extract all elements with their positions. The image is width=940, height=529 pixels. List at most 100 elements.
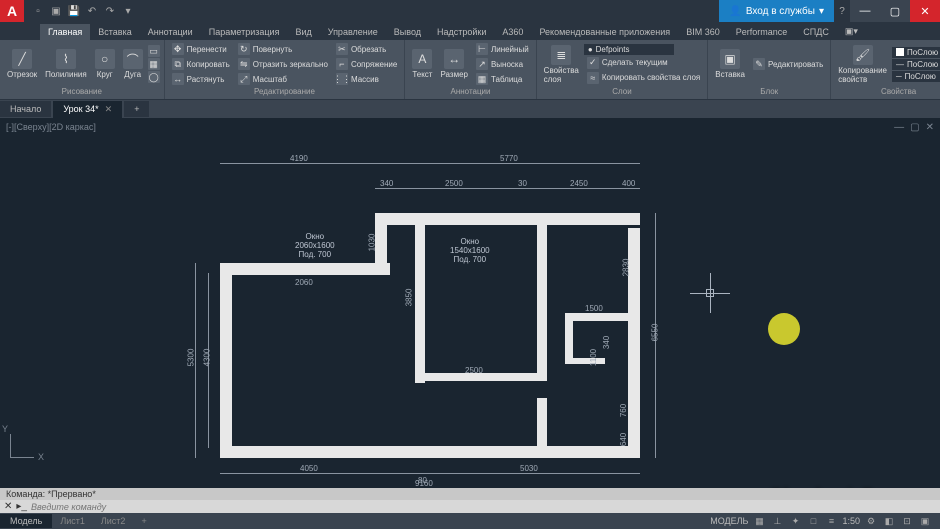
table-icon: ▦ [476, 73, 488, 85]
dim-value: 640 [619, 433, 628, 446]
wall [565, 313, 573, 363]
fillet-button[interactable]: ⌐Сопряжение [333, 57, 400, 71]
move-button[interactable]: ✥Перенести [169, 42, 233, 56]
qat-dropdown-icon[interactable]: ▾ [120, 3, 136, 19]
polar-icon[interactable]: ✦ [788, 514, 802, 528]
viewport-label[interactable]: [-][Сверху][2D каркас] [6, 122, 96, 132]
arc-button[interactable]: ⌒Дуга [120, 47, 146, 81]
linear-button[interactable]: ⊢Линейный [473, 42, 532, 56]
copy-button[interactable]: ⧉Копировать [169, 57, 233, 71]
scale-dropdown[interactable]: 1:50 [842, 516, 860, 526]
linetype-dropdown[interactable]: ─ ПоСлою [892, 71, 940, 82]
tab-output[interactable]: Вывод [386, 24, 429, 40]
minimize-button[interactable]: — [850, 0, 880, 22]
tab-bim360[interactable]: BIM 360 [678, 24, 728, 40]
dim-value: 400 [622, 179, 635, 188]
scale-icon: ⤢ [238, 73, 250, 85]
login-button[interactable]: 👤 Вход в службы ▾ [719, 0, 834, 22]
tab-spds[interactable]: СПДС [795, 24, 837, 40]
qat-open-icon[interactable]: ▣ [48, 3, 64, 19]
close-button[interactable]: ✕ [910, 0, 940, 22]
hardware-icon[interactable]: ⊡ [900, 514, 914, 528]
linear-icon: ⊢ [476, 43, 488, 55]
layout2-tab[interactable]: Лист2 [93, 514, 134, 528]
circle-button[interactable]: ○Круг [92, 47, 118, 81]
drawing-canvas[interactable]: [-][Сверху][2D каркас] — ▢ ✕ 4190 5770 3… [0, 118, 940, 488]
tab-performance[interactable]: Performance [728, 24, 796, 40]
panel-modify: ✥Перенести ⧉Копировать ↔Растянуть ↻Повер… [165, 40, 406, 99]
rect-icon[interactable]: ▭ [148, 45, 160, 57]
command-input[interactable] [31, 502, 936, 512]
grid-snap-icon[interactable]: ▦ [752, 514, 766, 528]
ortho-icon[interactable]: ⊥ [770, 514, 784, 528]
polyline-button[interactable]: ⌇Полилиния [42, 47, 90, 81]
close-tab-icon[interactable]: ✕ [105, 104, 113, 115]
hatch-icon[interactable]: ▦ [148, 58, 160, 70]
command-line[interactable]: ✕ ▸_ [0, 500, 940, 513]
trim-button[interactable]: ✂Обрезать [333, 42, 400, 56]
dimension-icon: ↔ [444, 49, 464, 69]
scale-button[interactable]: ⤢Масштаб [235, 72, 331, 86]
line-button[interactable]: ╱Отрезок [4, 47, 40, 81]
tab-addins[interactable]: Надстройки [429, 24, 494, 40]
tab-view[interactable]: Вид [287, 24, 319, 40]
lineweight-icon[interactable]: ≡ [824, 514, 838, 528]
viewport-min-icon[interactable]: — [894, 122, 904, 133]
maximize-button[interactable]: ▢ [880, 0, 910, 22]
dim-line [390, 163, 640, 164]
ellipse-icon[interactable]: ◯ [148, 71, 160, 83]
add-layout-button[interactable]: + [133, 514, 154, 528]
make-current-button[interactable]: ✓Сделать текущим [584, 56, 703, 70]
stretch-button[interactable]: ↔Растянуть [169, 72, 233, 86]
viewport-max-icon[interactable]: ▢ [910, 122, 919, 133]
viewport-close-icon[interactable]: ✕ [926, 122, 934, 133]
tab-manage[interactable]: Управление [320, 24, 386, 40]
mirror-button[interactable]: ⇋Отразить зеркально [235, 57, 331, 71]
text-button[interactable]: AТекст [409, 47, 435, 81]
tab-a360[interactable]: A360 [494, 24, 531, 40]
help-icon[interactable]: ? [834, 3, 850, 19]
array-button[interactable]: ⋮⋮Массив [333, 72, 400, 86]
tab-expander-icon[interactable]: ▣▾ [837, 23, 866, 40]
color-dropdown[interactable]: ПоСлою [892, 47, 940, 58]
start-tab[interactable]: Начало [0, 101, 51, 117]
app-logo[interactable]: A [0, 0, 24, 22]
tab-featured[interactable]: Рекомендованные приложения [531, 24, 678, 40]
edit-block-button[interactable]: ✎Редактировать [750, 57, 826, 71]
osnap-icon[interactable]: □ [806, 514, 820, 528]
new-tab-button[interactable]: + [124, 101, 149, 117]
layer-dropdown[interactable]: ●Defpoints [584, 44, 674, 55]
qat-undo-icon[interactable]: ↶ [84, 3, 100, 19]
match-props-button[interactable]: 🖌Копирование свойств [835, 43, 890, 86]
dimension-button[interactable]: ↔Размер [437, 47, 471, 81]
clean-screen-icon[interactable]: ▣ [918, 514, 932, 528]
tab-annotate[interactable]: Аннотации [140, 24, 201, 40]
wall [537, 398, 547, 448]
dim-value: 3850 [404, 289, 413, 307]
layout1-tab[interactable]: Лист1 [52, 514, 93, 528]
command-history: Команда: *Прервано* [0, 488, 940, 500]
tab-home[interactable]: Главная [40, 24, 90, 40]
quick-access-toolbar: ▫ ▣ 💾 ↶ ↷ ▾ [24, 3, 142, 19]
dim-value: 2830 [621, 259, 630, 277]
tab-insert[interactable]: Вставка [90, 24, 139, 40]
layer-props-button[interactable]: ≣Свойства слоя [541, 43, 582, 86]
leader-button[interactable]: ↗Выноска [473, 57, 532, 71]
rotate-button[interactable]: ↻Повернуть [235, 42, 331, 56]
command-close-icon[interactable]: ✕ [4, 501, 12, 512]
qat-save-icon[interactable]: 💾 [66, 3, 82, 19]
move-icon: ✥ [172, 43, 184, 55]
gear-icon[interactable]: ⚙ [864, 514, 878, 528]
lineweight-dropdown[interactable]: — ПоСлою [892, 59, 940, 70]
model-tab[interactable]: Модель [0, 514, 52, 528]
insert-button[interactable]: ▣Вставка [712, 47, 748, 81]
qat-redo-icon[interactable]: ↷ [102, 3, 118, 19]
isolate-icon[interactable]: ◧ [882, 514, 896, 528]
match-layer-button[interactable]: ≈Копировать свойства слоя [584, 71, 703, 85]
tab-parametric[interactable]: Параметризация [201, 24, 288, 40]
document-tab[interactable]: Урок 34*✕ [53, 101, 122, 118]
model-label[interactable]: МОДЕЛЬ [710, 516, 748, 526]
qat-new-icon[interactable]: ▫ [30, 3, 46, 19]
table-button[interactable]: ▦Таблица [473, 72, 532, 86]
panel-layers: ≣Свойства слоя ●Defpoints ✓Сделать текущ… [537, 40, 709, 99]
